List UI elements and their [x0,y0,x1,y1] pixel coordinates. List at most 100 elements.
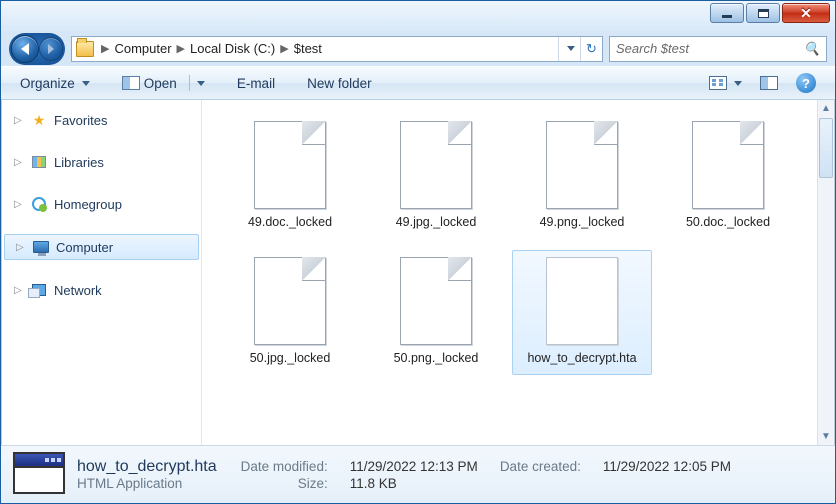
refresh-button[interactable]: ↻ [580,37,602,61]
search-icon: 🔍 [804,41,820,57]
sidebar-label: Libraries [54,155,104,170]
details-modified-value: 11/29/2022 12:13 PM [350,459,478,474]
expander-icon[interactable]: ▷ [14,199,24,210]
email-button[interactable]: E-mail [228,72,284,95]
view-icon [709,76,727,90]
document-icon [546,121,618,209]
open-label: Open [144,76,177,91]
titlebar: ✕ [1,1,835,31]
star-icon: ★ [30,112,48,128]
document-icon [400,121,472,209]
client-area: ▷ ★ Favorites ▷ Libraries ▷ Homegroup ▷ … [1,100,835,445]
file-name: 49.doc._locked [248,215,332,231]
address-bar[interactable]: ▶ Computer ▶ Local Disk (C:) ▶ $test ↻ [71,36,603,62]
arrow-right-icon [48,44,54,54]
previewpane-button[interactable] [751,72,787,94]
close-button[interactable]: ✕ [782,3,830,23]
details-created-label: Date created: [500,459,581,474]
sidebar-label: Homegroup [54,197,122,212]
newfolder-button[interactable]: New folder [298,72,381,95]
chevron-down-icon [734,81,742,86]
scroll-up-icon[interactable]: ▲ [818,100,834,117]
pane-icon [760,76,778,90]
expander-icon[interactable]: ▷ [14,115,24,126]
libraries-icon [30,154,48,170]
file-name: 50.doc._locked [686,215,770,231]
document-icon [692,121,764,209]
sidebar-label: Favorites [54,113,107,128]
crumb-sep-icon: ▶ [279,42,289,55]
sidebar-item-computer[interactable]: ▷ Computer [4,234,199,260]
file-tile[interactable]: 49.jpg._locked [366,114,506,240]
chevron-down-icon [567,46,575,51]
network-icon [30,282,48,298]
computer-icon [32,239,50,255]
file-tile[interactable]: 50.png._locked [366,250,506,376]
navigation-row: ▶ Computer ▶ Local Disk (C:) ▶ $test ↻ S… [1,31,835,66]
crumb-sep-icon: ▶ [176,42,186,55]
details-modified-label: Date modified: [241,459,328,474]
search-input[interactable]: Search $test 🔍 [609,36,827,62]
help-icon: ? [796,73,816,93]
address-dropdown[interactable] [558,37,580,61]
details-size-label: Size: [241,476,328,491]
sidebar-item-favorites[interactable]: ▷ ★ Favorites [2,108,201,132]
command-bar: Organize Open E-mail New folder ? [1,66,835,100]
navigation-pane[interactable]: ▷ ★ Favorites ▷ Libraries ▷ Homegroup ▷ … [2,100,202,445]
file-name: 50.jpg._locked [250,351,331,367]
folder-icon [76,41,94,57]
scroll-thumb[interactable] [819,118,833,178]
expander-icon[interactable]: ▷ [16,242,26,253]
sidebar-item-homegroup[interactable]: ▷ Homegroup [2,192,201,216]
sidebar-item-libraries[interactable]: ▷ Libraries [2,150,201,174]
chevron-down-icon [82,81,90,86]
forward-button[interactable] [39,37,63,61]
file-name: 50.png._locked [394,351,479,367]
chevron-down-icon [197,81,205,86]
details-filename: how_to_decrypt.hta [77,458,217,476]
scroll-down-icon[interactable]: ▼ [818,428,834,445]
organize-label: Organize [20,76,75,91]
nav-buttons [9,33,65,65]
refresh-icon: ↻ [586,41,597,57]
file-name: how_to_decrypt.hta [527,351,636,367]
file-tile[interactable]: 49.doc._locked [220,114,360,240]
arrow-left-icon [21,43,29,55]
file-tile[interactable]: how_to_decrypt.hta [512,250,652,376]
details-pane: how_to_decrypt.hta HTML Application Date… [1,445,835,503]
details-size-value: 11.8 KB [350,476,478,491]
maximize-button[interactable] [746,3,780,23]
explorer-window: ✕ ▶ Computer ▶ Local Disk (C:) ▶ $test ↻… [0,0,836,504]
expander-icon[interactable]: ▷ [14,157,24,168]
vertical-scrollbar[interactable]: ▲ ▼ [817,100,834,445]
crumb-sep-icon: ▶ [100,42,110,55]
expander-icon[interactable]: ▷ [14,285,24,296]
crumb-folder[interactable]: $test [290,41,326,56]
crumb-computer[interactable]: Computer [110,41,175,56]
back-button[interactable] [11,35,39,63]
sidebar-item-network[interactable]: ▷ Network [2,278,201,302]
file-view: 49.doc._locked 49.jpg._locked 49.png._lock… [202,100,834,445]
document-icon [400,257,472,345]
minimize-button[interactable] [710,3,744,23]
file-name: 49.jpg._locked [396,215,477,231]
file-tile[interactable]: 50.jpg._locked [220,250,360,376]
file-tile[interactable]: 50.doc._locked [658,114,798,240]
email-label: E-mail [237,76,275,91]
close-icon: ✕ [800,6,812,20]
file-name: 49.png._locked [540,215,625,231]
maximize-icon [758,9,769,18]
search-placeholder: Search $test [616,41,689,56]
minimize-icon [722,15,732,18]
file-grid[interactable]: 49.doc._locked 49.jpg._locked 49.png._lock… [202,100,817,445]
organize-button[interactable]: Organize [11,72,99,95]
open-button[interactable]: Open [113,71,214,95]
homegroup-icon [30,196,48,212]
sidebar-label: Computer [56,240,113,255]
view-button[interactable] [700,72,751,94]
help-button[interactable]: ? [787,69,825,97]
sidebar-label: Network [54,283,102,298]
file-tile[interactable]: 49.png._locked [512,114,652,240]
details-created-value: 11/29/2022 12:05 PM [603,459,731,474]
crumb-localdisk[interactable]: Local Disk (C:) [186,41,279,56]
